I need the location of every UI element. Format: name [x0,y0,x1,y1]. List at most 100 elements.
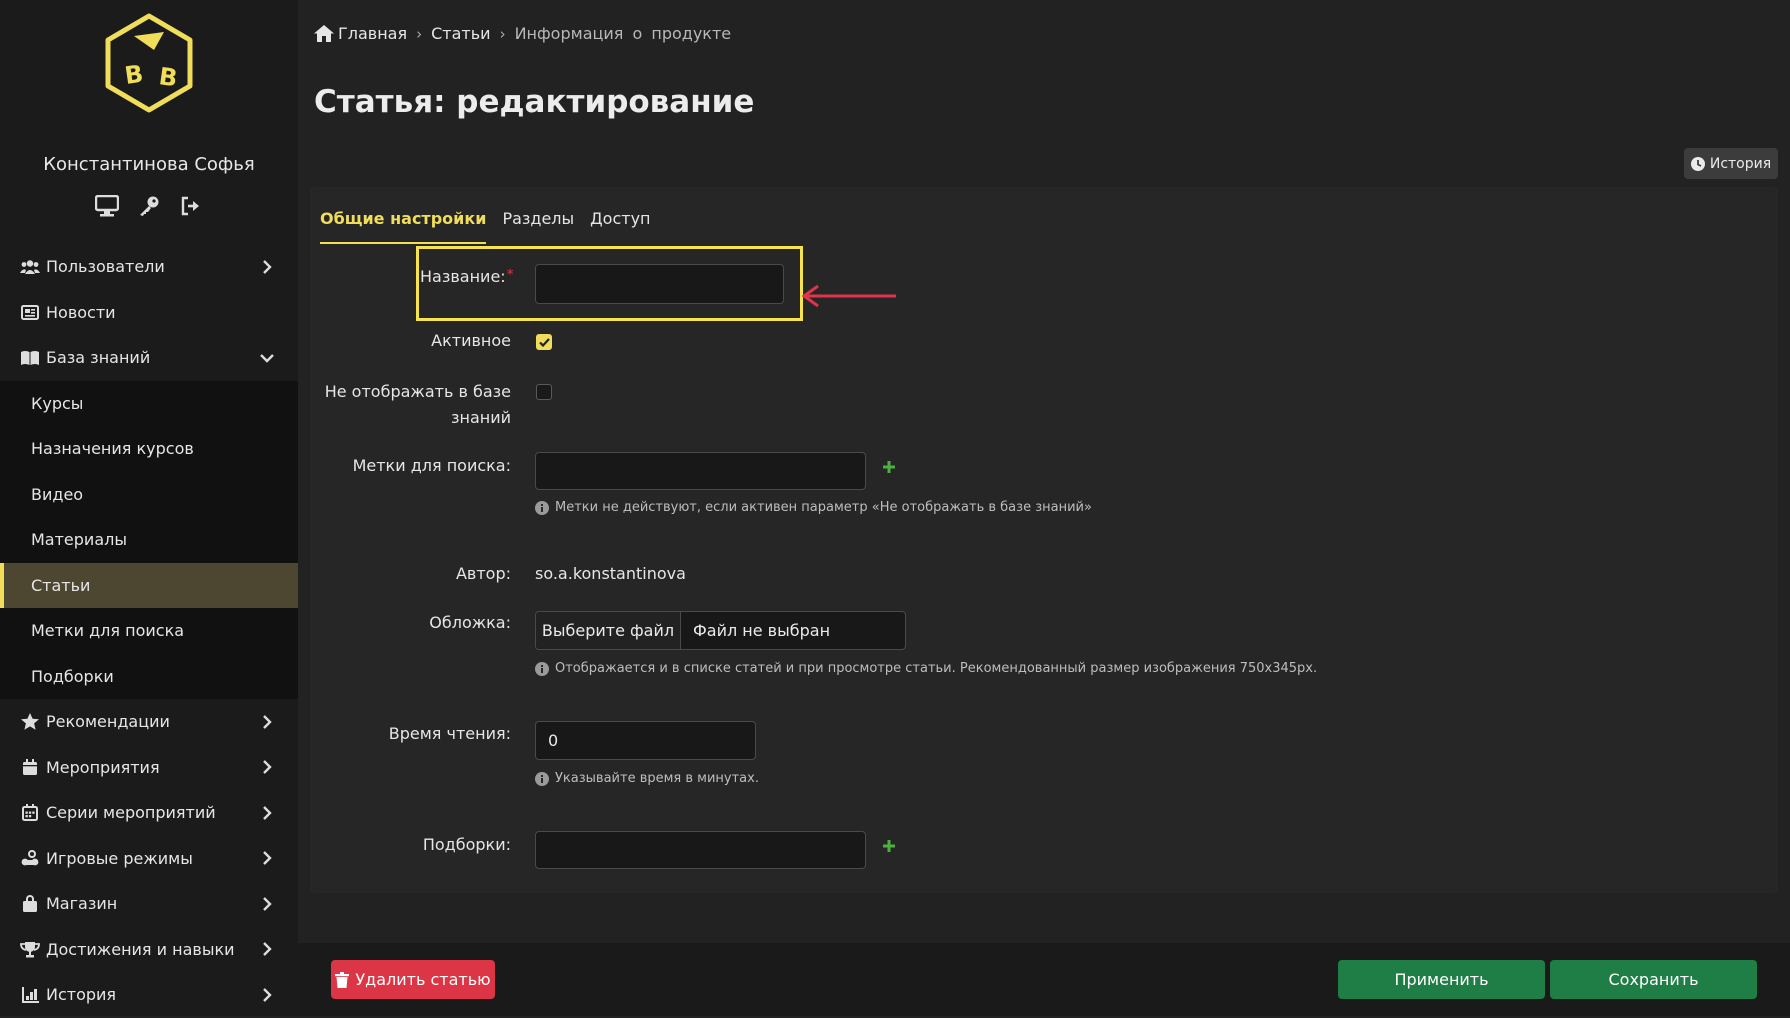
cover-label: Обложка: [429,613,511,632]
logout-icon[interactable] [179,194,203,218]
breadcrumb-home[interactable]: Главная [338,24,407,43]
sidebar-item-events[interactable]: Мероприятия [0,745,298,791]
active-label: Активное [431,331,511,350]
chevron-down-icon [260,351,274,365]
check-icon [538,337,550,347]
chevron-right-icon [260,760,274,775]
sidebar-item-achievements[interactable]: Достижения и навыки [0,927,298,973]
gamepad-icon [20,849,40,867]
search-tags-hint-text: Метки не действуют, если активен парамет… [555,500,1092,515]
sidebar-menu: Пользователи Новости База знаний Курсы Н… [0,244,298,1018]
collections-label: Подборки: [422,835,511,854]
chevron-right-icon [260,714,274,729]
add-search-tag-plus-icon[interactable] [882,460,896,474]
sidebar-item-game-modes[interactable]: Игровые режимы [0,836,298,882]
sidebar-item-news[interactable]: Новости [0,290,298,336]
info-icon [535,661,549,676]
sidebar-item-knowledge-base[interactable]: База знаний [0,335,298,381]
trophy-icon [20,940,40,958]
hide-in-kb-checkbox[interactable] [536,384,552,400]
chevron-right-icon [260,805,274,820]
sidebar-item-label: База знаний [46,348,151,368]
svg-text:B: B [123,60,145,90]
cover-file-input[interactable]: Выберите файл Файл не выбран [535,611,906,650]
sidebar-item-recommendations[interactable]: Рекомендации [0,699,298,745]
annotation-arrow [801,284,896,308]
sidebar-item-label: Новости [46,302,116,322]
tab-sections[interactable]: Разделы [502,205,574,241]
breadcrumb: Главная › Статьи › Информация о продукте [314,24,731,43]
history-button[interactable]: История [1684,148,1778,179]
chart-icon [20,986,40,1004]
sidebar-item-label: Игровые режимы [46,848,193,868]
sidebar-subitem-materials[interactable]: Материалы [0,517,298,563]
sidebar: B B Константинова Софья Пользователи Нов… [0,0,298,1016]
monitor-icon[interactable] [95,194,119,218]
user-name: Константинова Софья [43,154,255,175]
cover-hint-text: Отображается и в списке статей и при про… [555,661,1318,676]
knowledge-base-submenu: Курсы Назначения курсов Видео Материалы … [0,380,298,700]
chevron-right-icon [260,896,274,911]
newspaper-icon [20,303,40,321]
delete-article-button[interactable]: Удалить статью [331,960,495,999]
delete-article-label: Удалить статью [355,970,491,989]
sidebar-item-event-series[interactable]: Серии мероприятий [0,790,298,836]
shopping-bag-icon [20,895,40,913]
name-label-text: Название: [420,267,506,286]
sidebar-subitem-articles[interactable]: Статьи [0,562,298,608]
reading-time-hint: Указывайте время в минутах. [535,771,759,786]
apply-button[interactable]: Применить [1338,960,1545,999]
cover-hint: Отображается и в списке статей и при про… [535,661,1317,676]
tab-access[interactable]: Доступ [590,205,650,241]
svg-text:B: B [157,62,179,92]
info-icon [535,771,549,786]
sidebar-item-label: Достижения и навыки [46,939,235,959]
trash-icon [335,971,350,988]
chevron-right-icon [260,942,274,957]
key-icon[interactable] [137,194,161,218]
name-label: Название:* [420,267,514,286]
sidebar-item-users[interactable]: Пользователи [0,244,298,290]
breadcrumb-separator: › [416,24,423,43]
required-asterisk: * [506,267,514,283]
chevron-right-icon [260,851,274,866]
sidebar-subitem-search-tags[interactable]: Метки для поиска [0,608,298,654]
active-checkbox[interactable] [536,334,552,350]
sidebar-subitem-courses[interactable]: Курсы [0,381,298,427]
sidebar-item-history[interactable]: История [0,972,298,1018]
page-title: Статья: редактирование [314,84,755,120]
sidebar-item-label: Рекомендации [46,712,170,732]
sidebar-item-label: Пользователи [46,257,165,277]
hide-in-kb-label-line2: знаний [450,408,511,427]
breadcrumb-separator: › [499,24,506,43]
clock-icon [1690,156,1705,171]
reading-time-label: Время чтения: [388,724,511,743]
search-tags-label: Метки для поиска: [352,456,511,475]
search-tags-input[interactable] [535,452,866,490]
tab-general-settings[interactable]: Общие настройки [320,205,487,244]
no-file-text: Файл не выбран [693,621,831,640]
sidebar-item-label: Серии мероприятий [46,803,216,823]
author-value: so.a.konstantinova [535,564,686,583]
sidebar-subitem-course-assignments[interactable]: Назначения курсов [0,426,298,472]
home-icon[interactable] [314,25,334,42]
choose-file-button[interactable]: Выберите файл [536,612,681,649]
book-icon [20,349,40,367]
sidebar-subitem-collections[interactable]: Подборки [0,654,298,700]
sidebar-subitem-video[interactable]: Видео [0,472,298,518]
save-button[interactable]: Сохранить [1550,960,1757,999]
author-label: Автор: [455,564,511,583]
logo: B B [105,13,193,113]
sidebar-item-label: Мероприятия [46,757,160,777]
history-button-label: История [1709,155,1772,172]
users-icon [20,258,40,276]
name-input[interactable] [535,264,784,304]
collections-input[interactable] [535,831,866,869]
user-actions [0,194,298,218]
reading-time-input[interactable] [535,721,756,760]
search-tags-hint: Метки не действуют, если активен парамет… [535,500,1092,515]
add-collection-plus-icon[interactable] [882,839,896,853]
calendar-icon [20,758,40,776]
breadcrumb-articles[interactable]: Статьи [431,24,490,43]
sidebar-item-shop[interactable]: Магазин [0,881,298,927]
